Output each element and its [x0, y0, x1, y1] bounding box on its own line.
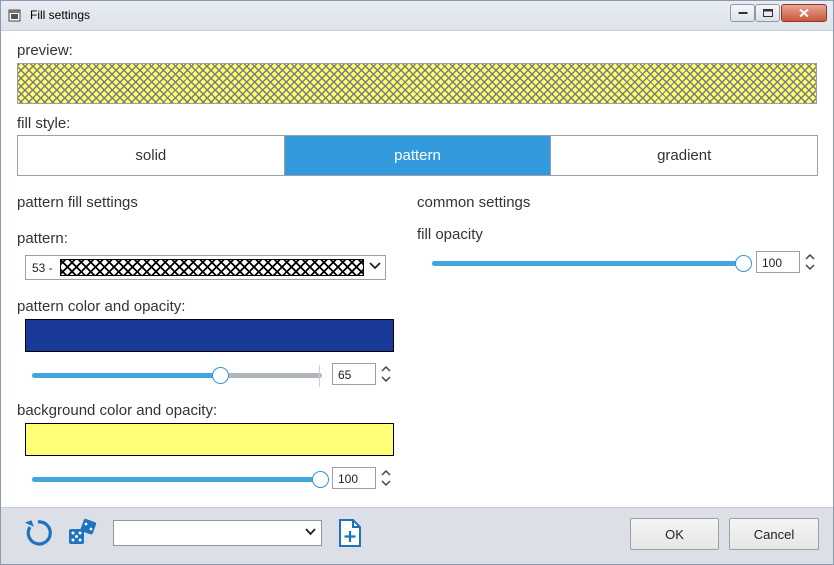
ok-button[interactable]: OK — [630, 518, 719, 550]
fill-opacity-thumb[interactable] — [735, 255, 752, 272]
maximize-button[interactable] — [755, 4, 780, 22]
fill-preview — [17, 63, 817, 104]
fill-style-gradient[interactable]: gradient — [551, 136, 817, 175]
pattern-number: 53 - — [32, 261, 53, 275]
reset-icon[interactable] — [22, 517, 54, 549]
pattern-swatch — [60, 259, 364, 276]
minimize-button[interactable] — [730, 4, 755, 22]
minimize-icon — [738, 12, 747, 14]
add-preset-icon[interactable] — [337, 518, 363, 548]
pattern-label: pattern: — [17, 230, 68, 247]
pattern-opacity-fill — [32, 373, 220, 378]
close-button[interactable] — [781, 4, 827, 22]
chevron-down-icon — [369, 262, 381, 270]
app-icon — [8, 9, 21, 22]
pattern-opacity-input[interactable]: 65 — [332, 363, 376, 385]
background-opacity-slider[interactable] — [32, 471, 329, 488]
pattern-opacity-thumb[interactable] — [212, 367, 229, 384]
fill-style-solid[interactable]: solid — [18, 136, 285, 175]
pattern-color-swatch[interactable] — [25, 319, 394, 352]
background-opacity-input[interactable]: 100 — [332, 467, 376, 489]
title-bar[interactable]: Fill settings — [1, 1, 833, 31]
slider-end-tick — [319, 365, 320, 387]
fill-style-label: fill style: — [17, 115, 71, 132]
fill-opacity-fill — [432, 261, 744, 266]
background-color-swatch[interactable] — [25, 423, 394, 456]
random-dice-icon[interactable] — [67, 518, 99, 548]
preview-label: preview: — [17, 42, 73, 59]
background-color-label: background color and opacity: — [17, 402, 218, 419]
preset-dropdown[interactable] — [113, 520, 322, 546]
window-title: Fill settings — [30, 8, 91, 22]
fill-style-pattern[interactable]: pattern — [284, 136, 552, 175]
chevron-down-icon — [305, 528, 316, 536]
background-opacity-fill — [32, 477, 322, 482]
pattern-opacity-spinner[interactable] — [380, 363, 392, 385]
background-opacity-thumb[interactable] — [312, 471, 329, 488]
fill-settings-window: Fill settings preview: fill style: solid… — [0, 0, 834, 565]
pattern-opacity-slider[interactable] — [32, 367, 322, 384]
fill-opacity-input[interactable]: 100 — [756, 251, 800, 273]
fill-opacity-label: fill opacity — [417, 226, 483, 243]
pattern-settings-heading: pattern fill settings — [17, 194, 138, 211]
cancel-button[interactable]: Cancel — [729, 518, 819, 550]
fill-opacity-spinner[interactable] — [804, 251, 816, 273]
close-icon — [799, 8, 809, 18]
pattern-color-label: pattern color and opacity: — [17, 298, 186, 315]
common-settings-heading: common settings — [417, 194, 531, 211]
pattern-dropdown[interactable]: 53 - — [25, 255, 386, 280]
fill-opacity-slider[interactable] — [432, 255, 752, 272]
background-opacity-spinner[interactable] — [380, 467, 392, 489]
maximize-icon — [762, 9, 773, 17]
fill-style-selector: solid pattern gradient — [17, 135, 818, 176]
